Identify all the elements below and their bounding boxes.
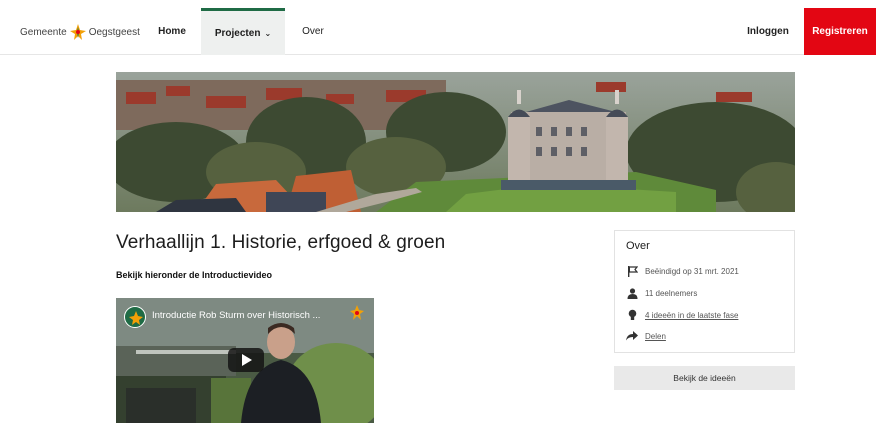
- participants-text: 11 deelnemers: [645, 288, 698, 298]
- card-heading: Over: [626, 240, 650, 252]
- logo-text-left: Gemeente: [20, 26, 67, 38]
- project-info-card: Over Beëindigd op 31 mrt. 2021 11 deelne…: [614, 230, 795, 353]
- video-title[interactable]: Introductie Rob Sturm over Historisch ..…: [152, 310, 320, 321]
- flag-icon: [626, 265, 638, 277]
- nav-home-link[interactable]: Home: [150, 8, 194, 55]
- chevron-down-icon: ⌄: [264, 28, 272, 38]
- lightbulb-icon: [626, 309, 638, 321]
- nav-projecten-dropdown[interactable]: Projecten ⌄: [201, 8, 285, 55]
- share-row: Delen: [626, 329, 666, 343]
- end-date-row: Beëindigd op 31 mrt. 2021: [626, 264, 739, 278]
- channel-avatar-icon[interactable]: [124, 306, 146, 328]
- ideas-row: 4 ideeën in de laatste fase: [626, 308, 738, 322]
- top-navbar: Gemeente Oegstgeest Home Projecten ⌄ Ove…: [0, 8, 876, 55]
- hero-image: [116, 72, 795, 212]
- login-link[interactable]: Inloggen: [740, 8, 796, 55]
- logo-emblem-icon: [69, 23, 87, 41]
- nav-over-link[interactable]: Over: [293, 8, 333, 55]
- page-title: Verhaallijn 1. Historie, erfgoed & groen: [116, 232, 446, 253]
- register-button[interactable]: Registreren: [804, 8, 876, 55]
- participants-row: 11 deelnemers: [626, 286, 697, 300]
- nav-projecten-label: Projecten: [214, 27, 261, 39]
- municipality-logo[interactable]: Gemeente Oegstgeest: [20, 22, 140, 42]
- video-intro-heading: Bekijk hieronder de Introductievideo: [116, 270, 273, 280]
- video-brand-icon: [349, 304, 365, 322]
- video-player[interactable]: Introductie Rob Sturm over Historisch ..…: [116, 298, 374, 423]
- play-button[interactable]: [228, 348, 264, 372]
- end-date-text: Beëindigd op 31 mrt. 2021: [645, 266, 739, 276]
- logo-text-right: Oegstgeest: [88, 26, 140, 38]
- ideas-link[interactable]: 4 ideeën in de laatste fase: [645, 311, 738, 320]
- share-arrow-icon: [626, 330, 638, 342]
- share-link[interactable]: Delen: [645, 332, 666, 341]
- view-ideas-button[interactable]: Bekijk de ideeën: [614, 366, 795, 390]
- person-icon: [626, 287, 638, 299]
